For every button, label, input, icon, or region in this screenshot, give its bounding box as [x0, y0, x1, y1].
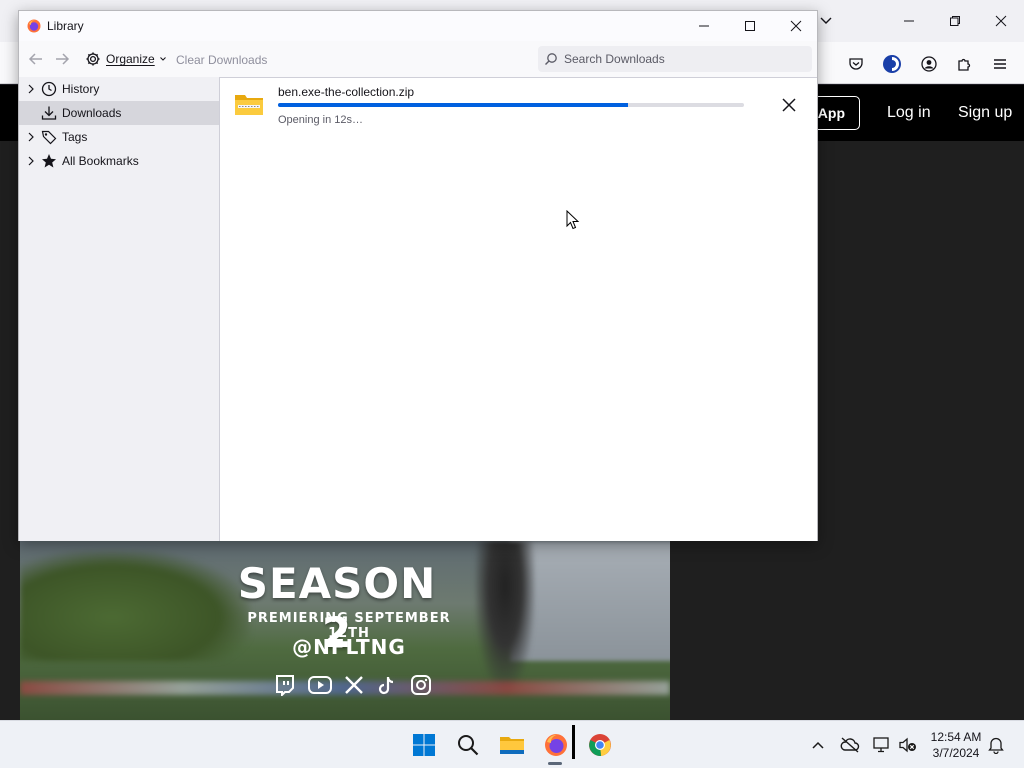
sidebar-item-label: Tags	[62, 130, 88, 144]
library-close-button[interactable]	[773, 11, 819, 41]
pocket-icon[interactable]	[845, 53, 867, 75]
chevron-right-icon[interactable]	[27, 132, 35, 142]
clock-icon	[41, 81, 57, 97]
sidebar-item-history[interactable]: History	[19, 77, 219, 101]
taskbar-search-button[interactable]	[452, 729, 484, 761]
zip-folder-icon	[235, 95, 263, 115]
firefox-taskbar-button[interactable]	[540, 729, 572, 761]
promo-socials	[273, 674, 433, 700]
library-sidebar: History Downloads Tags All Bookmarks	[19, 77, 219, 541]
download-progress-bar	[278, 103, 744, 107]
firefox-icon	[545, 734, 567, 756]
cancel-download-icon[interactable]	[780, 96, 798, 114]
downloads-list: ben.exe-the-collection.zip Opening in 12…	[219, 77, 817, 541]
search-box[interactable]	[538, 46, 812, 72]
signup-link[interactable]: Sign up	[958, 104, 1012, 122]
login-link[interactable]: Log in	[887, 104, 931, 122]
sidebar-item-all-bookmarks[interactable]: All Bookmarks	[19, 149, 219, 173]
tab-list-chevron-icon[interactable]	[818, 12, 834, 28]
chevron-right-icon[interactable]	[27, 84, 35, 94]
download-filename: ben.exe-the-collection.zip	[278, 85, 415, 99]
download-icon	[41, 106, 57, 120]
library-minimize-button[interactable]	[681, 11, 727, 41]
sidebar-item-label: All Bookmarks	[62, 154, 139, 168]
active-app-indicator	[548, 762, 562, 765]
download-progress-fill	[278, 103, 628, 107]
download-status: Opening in 12s…	[278, 114, 363, 126]
chrome-icon	[589, 734, 611, 757]
notification-bell-icon[interactable]	[986, 735, 1006, 755]
browser-close-button[interactable]	[978, 6, 1024, 36]
file-explorer-button[interactable]	[496, 729, 528, 761]
network-icon[interactable]	[872, 735, 892, 755]
download-item[interactable]: ben.exe-the-collection.zip Opening in 12…	[220, 78, 817, 134]
clock-date[interactable]: 3/7/2024	[924, 746, 988, 760]
gear-icon	[86, 52, 100, 66]
promo-handle: @NFLTNG	[292, 635, 406, 659]
clear-downloads-button[interactable]: Clear Downloads	[176, 53, 267, 67]
library-maximize-button[interactable]	[727, 11, 773, 41]
active-app-bar	[572, 725, 575, 759]
extension-shield-icon[interactable]	[881, 53, 903, 75]
sidebar-item-label: Downloads	[62, 106, 122, 120]
chevron-right-icon[interactable]	[27, 156, 35, 166]
clock-time[interactable]: 12:54 AM	[924, 730, 988, 744]
chrome-taskbar-button[interactable]	[584, 729, 616, 761]
forward-arrow-icon[interactable]	[53, 50, 71, 68]
x-icon	[342, 674, 367, 696]
taskbar: 12:54 AM 3/7/2024	[0, 720, 1024, 768]
windows-start-icon	[413, 734, 435, 756]
library-titlebar[interactable]: Library	[19, 11, 817, 41]
file-explorer-icon	[500, 737, 524, 754]
tag-icon	[41, 130, 57, 145]
tiktok-icon	[375, 674, 400, 696]
search-icon	[458, 735, 479, 756]
star-icon	[42, 154, 56, 168]
windows-start-button[interactable]	[408, 729, 440, 761]
sidebar-item-label: History	[62, 82, 100, 96]
youtube-icon	[307, 674, 333, 696]
show-hidden-icons-chevron-icon[interactable]	[808, 735, 828, 755]
firefox-icon	[27, 19, 41, 33]
organize-label: Organize	[106, 52, 155, 66]
sidebar-item-tags[interactable]: Tags	[19, 125, 219, 149]
mouse-cursor-icon	[566, 210, 580, 230]
browser-restore-button[interactable]	[932, 6, 978, 36]
account-icon[interactable]	[918, 53, 940, 75]
search-icon	[545, 53, 557, 65]
chevron-down-icon	[159, 57, 166, 61]
library-title: Library	[47, 19, 84, 33]
library-toolbar: Organize Clear Downloads	[19, 41, 817, 77]
menu-hamburger-icon[interactable]	[989, 53, 1011, 75]
library-window: Library Organize Clear Downloads History	[18, 10, 818, 541]
extensions-puzzle-icon[interactable]	[953, 53, 975, 75]
onedrive-offline-icon[interactable]	[840, 735, 860, 755]
twitch-icon	[273, 674, 298, 696]
back-arrow-icon[interactable]	[27, 50, 45, 68]
search-downloads-input[interactable]	[564, 52, 804, 66]
browser-minimize-button[interactable]	[886, 6, 932, 36]
instagram-icon	[409, 674, 434, 696]
video-promo[interactable]: SEASON 2 PREMIERING SEPTEMBER 12TH @NFLT…	[20, 541, 670, 720]
organize-button[interactable]: Organize	[85, 50, 166, 68]
sidebar-item-downloads[interactable]: Downloads	[19, 101, 219, 125]
volume-muted-icon[interactable]	[898, 735, 918, 755]
